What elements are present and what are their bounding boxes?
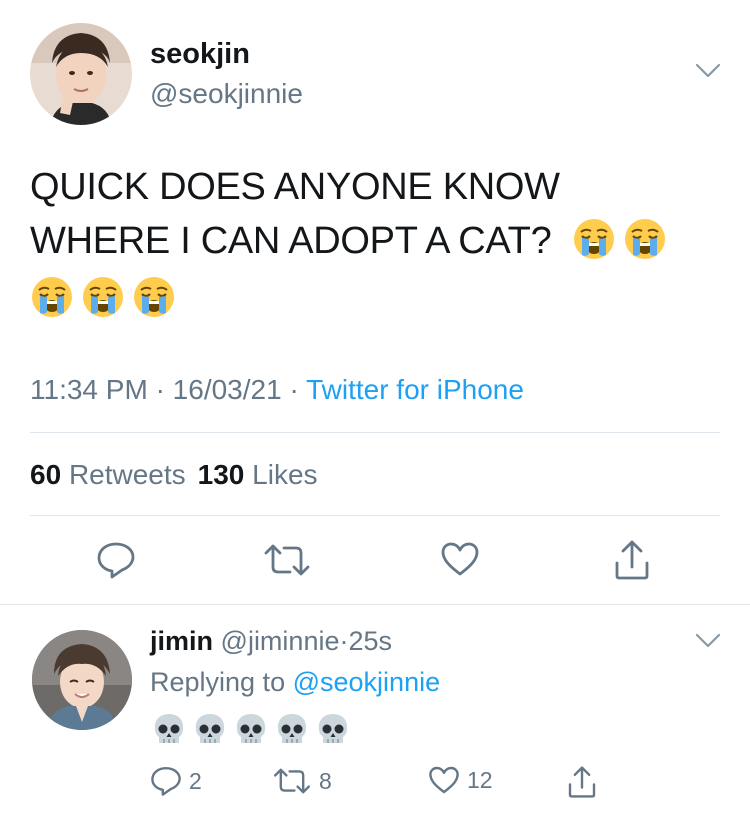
retweet-icon [264, 544, 310, 576]
divider [30, 432, 720, 433]
tweet-meta: 11:34 PM · 16/03/21 · Twitter for iPhone [30, 374, 524, 406]
replying-prefix: Replying to [150, 667, 286, 697]
author-avatar[interactable] [30, 23, 132, 125]
retweets-count: 60 [30, 459, 62, 490]
tweet-stats: 60 Retweets 130 Likes [30, 459, 318, 491]
reply-header: jimin @jiminnie·25s [150, 626, 392, 657]
divider [30, 515, 720, 516]
share-icon [568, 766, 596, 798]
likes-label: Likes [252, 459, 318, 490]
likes-count: 130 [197, 459, 245, 490]
replying-to: Replying to @seokjinnie [150, 667, 440, 698]
chevron-down-icon[interactable] [694, 632, 722, 655]
reply-time: 25s [348, 626, 393, 656]
author-name[interactable]: seokjin [150, 38, 250, 71]
retweets-label: Retweets [68, 459, 186, 490]
reply-reply-button[interactable]: 2 [150, 765, 202, 797]
share-button[interactable] [612, 539, 652, 586]
reply-button[interactable] [96, 541, 136, 584]
reply-retweet-count: 8 [319, 767, 332, 794]
meta-separator: · [289, 374, 299, 405]
meta-separator: · [155, 374, 165, 405]
tweet-text-line-1: QUICK DOES ANYONE KNOW [30, 166, 560, 208]
retweets-stat[interactable]: 60 Retweets [30, 459, 186, 490]
chevron-down-icon[interactable] [694, 62, 722, 85]
reply-author-avatar[interactable] [32, 630, 132, 730]
skull-emoji [195, 714, 225, 743]
reply-retweet-button[interactable]: 8 [272, 765, 332, 797]
loudly-crying-face-emoji [30, 275, 74, 319]
reply-like-count: 12 [467, 766, 493, 793]
loudly-crying-face-emoji [132, 275, 176, 319]
skull-emoji [277, 714, 307, 743]
reply-author-name[interactable]: jimin [150, 626, 213, 656]
replying-to-handle[interactable]: @seokjinnie [293, 667, 441, 697]
like-icon [429, 766, 459, 794]
loudly-crying-face-emoji [81, 275, 125, 319]
tweet-text-line-2: WHERE I CAN ADOPT A CAT? [30, 220, 552, 262]
retweet-icon [274, 768, 310, 794]
reply-author-handle[interactable]: @jiminnie [221, 626, 340, 656]
like-icon [441, 542, 479, 576]
loudly-crying-face-emoji [572, 217, 615, 261]
tweet-text: QUICK DOES ANYONE KNOW WHERE I CAN ADOPT… [30, 160, 710, 326]
retweet-button[interactable] [262, 541, 312, 584]
reply-icon [151, 766, 181, 796]
share-icon [615, 540, 649, 580]
tweet-date: 16/03/21 [172, 374, 282, 405]
reply-icon [97, 542, 135, 579]
skull-emoji [318, 714, 348, 743]
skull-emoji [236, 714, 266, 743]
tweet-time: 11:34 PM [30, 374, 148, 405]
loudly-crying-face-emoji [623, 217, 666, 261]
skull-emoji [154, 714, 184, 743]
reply-reply-count: 2 [189, 767, 202, 794]
tweet-source-link[interactable]: Twitter for iPhone [306, 374, 524, 405]
author-handle[interactable]: @seokjinnie [150, 78, 303, 110]
divider [0, 604, 750, 605]
reply-text [150, 710, 355, 753]
likes-stat[interactable]: 130 Likes [198, 459, 318, 490]
reply-share-button[interactable] [566, 765, 598, 799]
like-button[interactable] [440, 541, 480, 582]
reply-like-button[interactable]: 12 [428, 765, 493, 795]
